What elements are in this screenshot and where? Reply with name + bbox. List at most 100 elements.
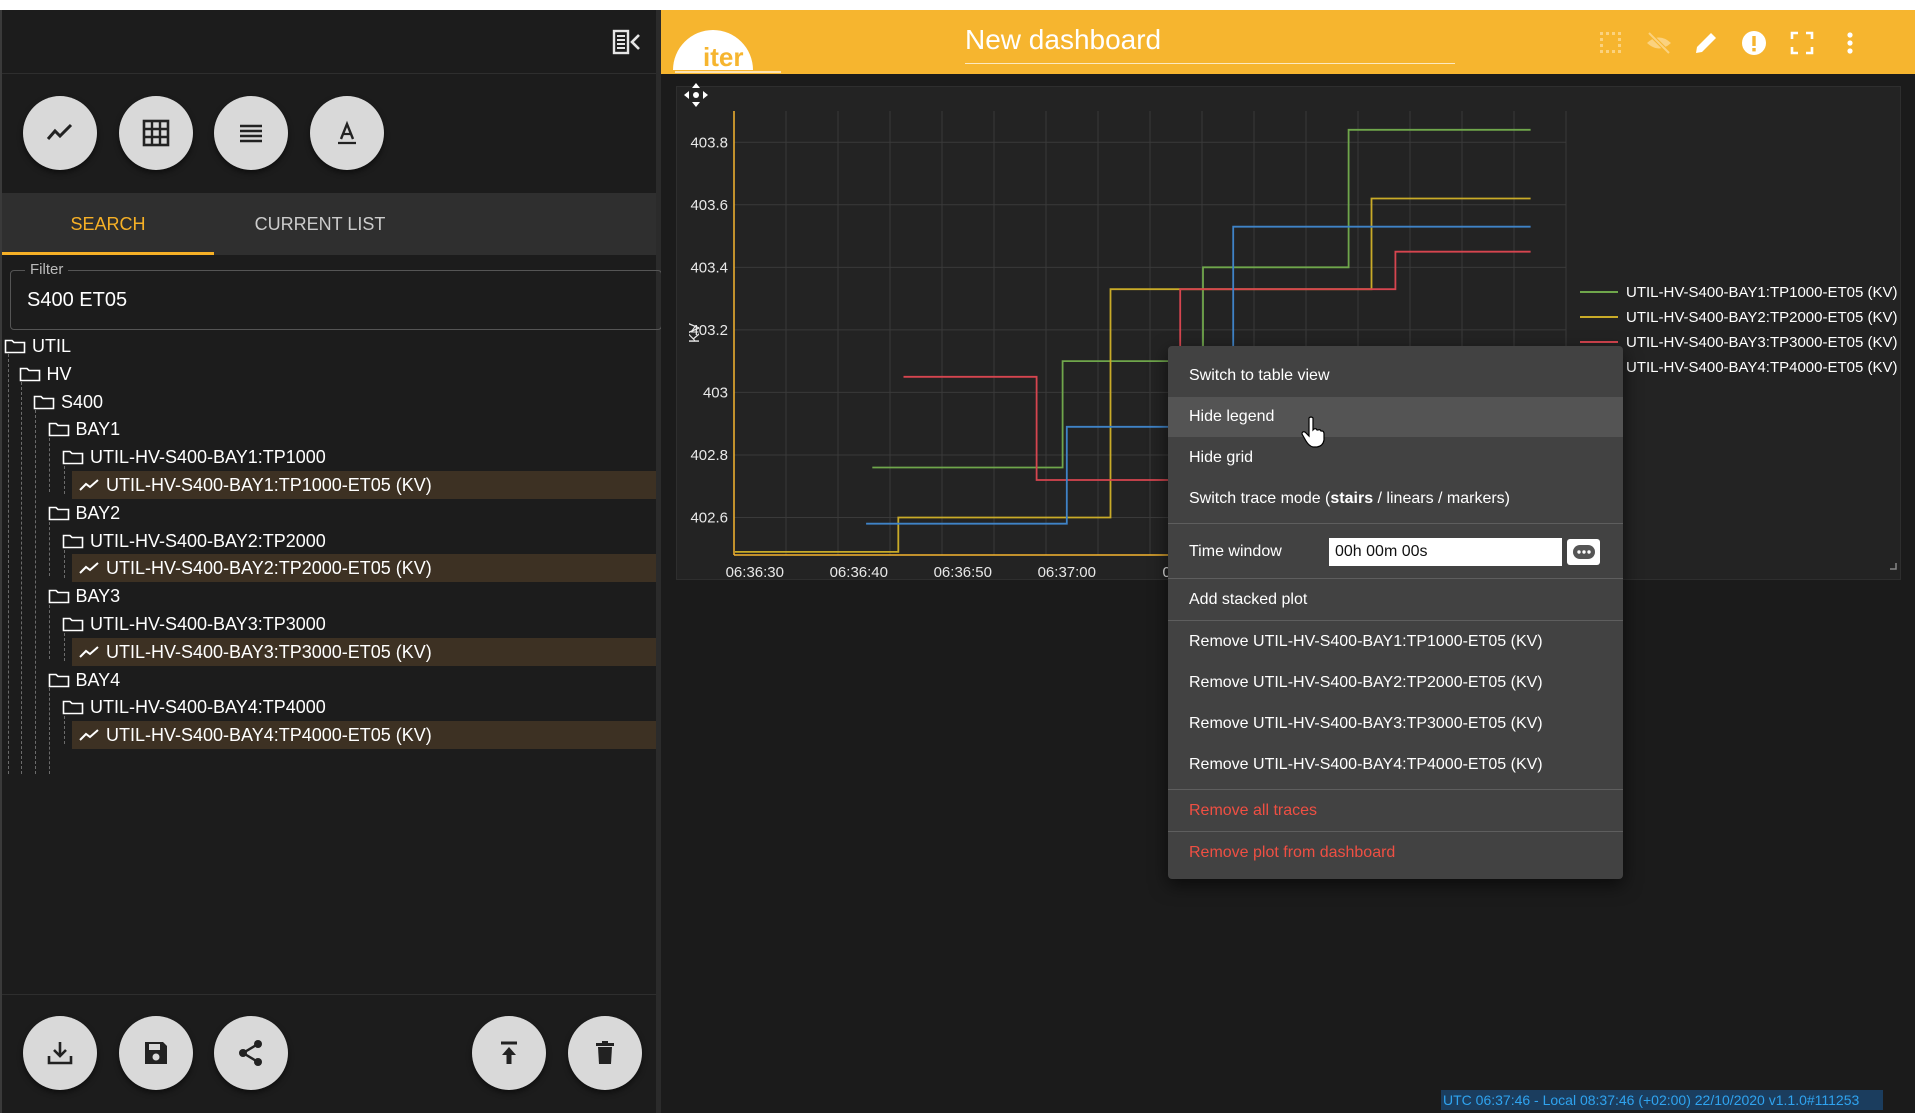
- download-icon: [47, 1042, 73, 1065]
- folder-icon: [62, 450, 84, 465]
- save-button[interactable]: [119, 1016, 193, 1090]
- signal-label: UTIL-HV-S400-BAY4:TP4000-ET05 (KV): [106, 725, 432, 746]
- tree-folder[interactable]: HV: [19, 360, 72, 388]
- menu-remove-all-traces[interactable]: Remove all traces: [1168, 791, 1623, 831]
- menu-switch-trace-mode[interactable]: Switch trace mode (stairs / linears / ma…: [1168, 479, 1623, 519]
- eye-off-icon[interactable]: [1644, 28, 1674, 58]
- upload-button[interactable]: [472, 1016, 546, 1090]
- menu-remove-trace-4[interactable]: Remove UTIL-HV-S400-BAY4:TP4000-ET05 (KV…: [1168, 745, 1623, 785]
- trash-icon: [596, 1041, 614, 1064]
- pencil-icon[interactable]: [1691, 28, 1721, 58]
- menu-remove-plot[interactable]: Remove plot from dashboard: [1168, 833, 1623, 873]
- trend-icon: [46, 123, 73, 140]
- text-tool-button[interactable]: [310, 96, 384, 170]
- trend-icon: [79, 729, 99, 741]
- y-tick-label: 403.4: [690, 259, 728, 276]
- floppy-icon: [145, 1042, 167, 1064]
- upload-icon: [501, 1041, 517, 1064]
- menu-hide-grid[interactable]: Hide grid: [1168, 438, 1623, 478]
- lines-icon: [240, 124, 262, 143]
- grid-icon: [142, 119, 170, 147]
- signal-item[interactable]: UTIL-HV-S400-BAY2:TP2000-ET05 (KV): [72, 554, 656, 583]
- signal-item[interactable]: UTIL-HV-S400-BAY3:TP3000-ET05 (KV): [72, 637, 656, 666]
- folder-icon: [4, 339, 26, 354]
- list-tool-button[interactable]: [214, 96, 288, 170]
- download-button[interactable]: [23, 1016, 97, 1090]
- y-axis-label: KV: [686, 323, 703, 343]
- trace-mode-current: stairs: [1330, 490, 1374, 507]
- folder-icon: [48, 589, 69, 604]
- signal-label: UTIL-HV-S400-BAY3:TP3000-ET05 (KV): [106, 641, 432, 662]
- menu-add-stacked-plot[interactable]: Add stacked plot: [1168, 580, 1623, 620]
- alert-icon[interactable]: [1739, 28, 1769, 58]
- menu-hide-legend[interactable]: Hide legend: [1168, 397, 1623, 437]
- tree-folder[interactable]: BAY1: [48, 415, 121, 443]
- folder-icon: [48, 506, 69, 521]
- folder-label: BAY2: [75, 502, 121, 523]
- status-bar: UTC 06:37:46 - Local 08:37:46 (+02:00) 2…: [1441, 1090, 1883, 1110]
- folder-label: UTIL-HV-S400-BAY1:TP1000: [90, 447, 326, 468]
- folder-icon: [62, 701, 84, 715]
- share-button[interactable]: [214, 1016, 288, 1090]
- folder-icon: [19, 367, 40, 382]
- more-horiz-icon: [1572, 545, 1595, 559]
- trace-mode-suffix: / linears / markers): [1373, 490, 1511, 507]
- signal-item[interactable]: UTIL-HV-S400-BAY4:TP4000-ET05 (KV): [72, 721, 656, 750]
- tree-folder[interactable]: S400: [33, 388, 103, 416]
- collapse-panel-icon[interactable]: [610, 26, 642, 58]
- legend-label: UTIL-HV-S400-BAY4:TP4000-ET05 (KV): [1626, 359, 1898, 376]
- folder-label: BAY1: [75, 419, 121, 440]
- plot-context-menu: Switch to table view Hide legend Hide gr…: [1168, 346, 1623, 879]
- dashboard-title[interactable]: New dashboard: [965, 24, 1455, 64]
- tree-folder[interactable]: BAY3: [48, 582, 121, 610]
- folder-icon: [48, 423, 69, 437]
- text-a-icon: [338, 120, 356, 145]
- more-vert-icon[interactable]: [1835, 28, 1865, 58]
- tree-folder[interactable]: UTIL-HV-S400-BAY2:TP2000: [62, 527, 326, 555]
- folder-label: UTIL-HV-S400-BAY3:TP3000: [90, 614, 326, 634]
- tree-folder[interactable]: UTIL-HV-S400-BAY1:TP1000: [62, 443, 326, 471]
- fullscreen-icon[interactable]: [1787, 28, 1817, 58]
- tree-folder[interactable]: BAY2: [48, 499, 121, 527]
- share-icon: [239, 1040, 262, 1066]
- signal-item[interactable]: UTIL-HV-S400-BAY1:TP1000-ET05 (KV): [72, 471, 656, 499]
- time-window-input[interactable]: [1329, 538, 1562, 566]
- side-panel: SEARCH CURRENT LIST Filter UTIL HV S400 BAY…: [0, 10, 662, 1113]
- folder-label: BAY4: [75, 669, 121, 690]
- folder-icon: [48, 673, 69, 687]
- tree-folder[interactable]: UTIL: [4, 332, 71, 360]
- logo-text: iter: [703, 42, 743, 72]
- x-tick-label: 06:36:30: [726, 564, 784, 581]
- delete-button[interactable]: [568, 1016, 642, 1090]
- folder-label: UTIL: [32, 336, 72, 356]
- time-window-more-button[interactable]: [1567, 539, 1600, 565]
- folder-icon: [62, 534, 84, 548]
- menu-remove-trace-2[interactable]: Remove UTIL-HV-S400-BAY2:TP2000-ET05 (KV…: [1168, 663, 1623, 703]
- filter-input[interactable]: [27, 284, 627, 316]
- bottom-divider: [2, 994, 656, 995]
- trend-icon: [79, 562, 99, 575]
- legend-label: UTIL-HV-S400-BAY1:TP1000-ET05 (KV): [1626, 284, 1898, 301]
- legend-label: UTIL-HV-S400-BAY3:TP3000-ET05 (KV): [1626, 334, 1898, 351]
- plot-tool-button[interactable]: [23, 96, 97, 170]
- y-tick-label: 403: [703, 384, 728, 401]
- filter-label: Filter: [25, 261, 69, 278]
- tab-search[interactable]: SEARCH: [2, 193, 214, 255]
- menu-remove-trace-1[interactable]: Remove UTIL-HV-S400-BAY1:TP1000-ET05 (KV…: [1168, 622, 1623, 662]
- tree-folder[interactable]: BAY4: [48, 666, 121, 694]
- tab-current-list[interactable]: CURRENT LIST: [214, 193, 426, 255]
- trace-mode-prefix: Switch trace mode (: [1189, 490, 1331, 507]
- menu-switch-table-view[interactable]: Switch to table view: [1168, 356, 1623, 396]
- folder-label: UTIL-HV-S400-BAY4:TP4000: [90, 697, 326, 718]
- table-tool-button[interactable]: [119, 96, 193, 170]
- tree-folder[interactable]: UTIL-HV-S400-BAY3:TP3000: [62, 610, 326, 638]
- mouse-cursor-icon: [1301, 416, 1325, 448]
- folder-icon: [62, 617, 84, 632]
- folder-label: UTIL-HV-S400-BAY2:TP2000: [90, 530, 326, 551]
- grid-dots-icon[interactable]: [1596, 28, 1626, 58]
- tree-folder[interactable]: UTIL-HV-S400-BAY4:TP4000: [62, 693, 326, 721]
- trend-icon: [79, 479, 99, 491]
- folder-label: BAY3: [75, 586, 121, 607]
- menu-remove-trace-3[interactable]: Remove UTIL-HV-S400-BAY3:TP3000-ET05 (KV…: [1168, 704, 1623, 744]
- resize-grip-icon: [1890, 563, 1897, 570]
